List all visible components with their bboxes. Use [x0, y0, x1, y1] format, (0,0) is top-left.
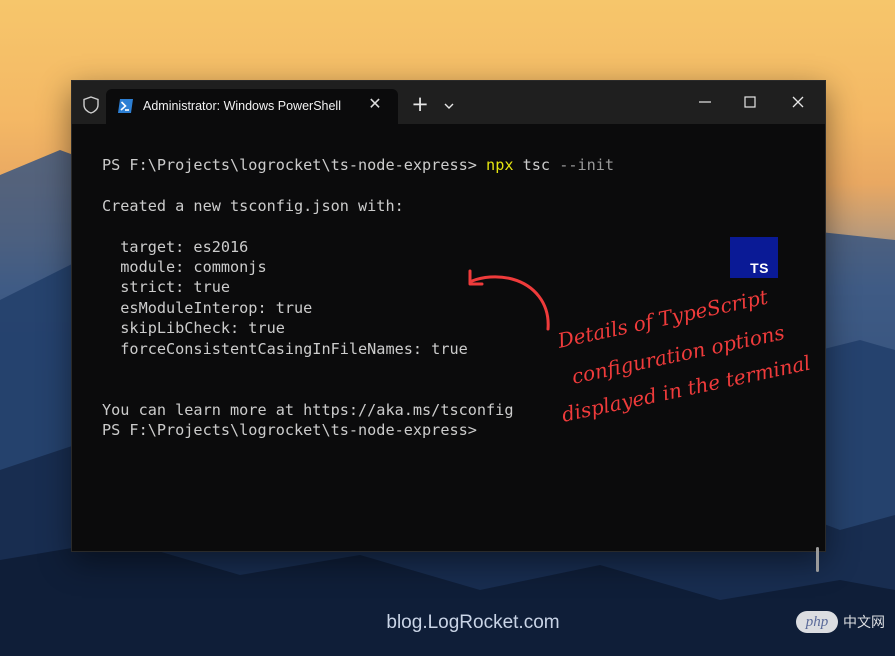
typescript-logo: TS — [730, 237, 778, 278]
option-line: target: es2016 — [102, 238, 249, 256]
scrollbar[interactable] — [816, 547, 819, 572]
source-url: blog.LogRocket.com — [386, 612, 560, 633]
option-line: forceConsistentCasingInFileNames: true — [102, 340, 468, 358]
prompt-line: PS F:\Projects\logrocket\ts-node-express… — [102, 156, 614, 174]
shield-icon — [83, 96, 99, 114]
learn-more-line: You can learn more at https://aka.ms/tsc… — [102, 401, 514, 419]
title-bar: Administrator: Windows PowerShell ✕ + — [72, 81, 825, 124]
command-name: npx — [486, 156, 514, 174]
powershell-window: Administrator: Windows PowerShell ✕ + PS… — [71, 80, 826, 572]
close-tab-icon[interactable]: ✕ — [365, 95, 385, 115]
option-line: module: commonjs — [102, 258, 267, 276]
watermark-text: 中文网 — [843, 615, 885, 631]
tab-title: Administrator: Windows PowerShell — [143, 99, 341, 113]
prompt-line: PS F:\Projects\logrocket\ts-node-express… — [102, 421, 477, 439]
chevron-down-icon[interactable] — [439, 94, 459, 118]
ts-logo-text: TS — [750, 260, 769, 276]
powershell-icon — [118, 99, 133, 113]
created-line: Created a new tsconfig.json with: — [102, 197, 404, 215]
option-line: skipLibCheck: true — [102, 319, 285, 337]
command-args: tsc — [513, 156, 560, 174]
close-window-button[interactable] — [787, 90, 809, 114]
option-line: esModuleInterop: true — [102, 299, 313, 317]
option-line: strict: true — [102, 278, 231, 296]
command-flag: --init — [559, 156, 615, 174]
watermark: php 中文网 — [796, 611, 890, 635]
maximize-button[interactable] — [739, 90, 761, 114]
new-tab-button[interactable]: + — [409, 92, 431, 116]
minimize-button[interactable] — [694, 90, 716, 114]
prompt-text: PS F:\Projects\logrocket\ts-node-express… — [102, 156, 487, 174]
tab-powershell[interactable]: Administrator: Windows PowerShell ✕ — [106, 89, 398, 124]
watermark-badge: php — [796, 611, 838, 633]
